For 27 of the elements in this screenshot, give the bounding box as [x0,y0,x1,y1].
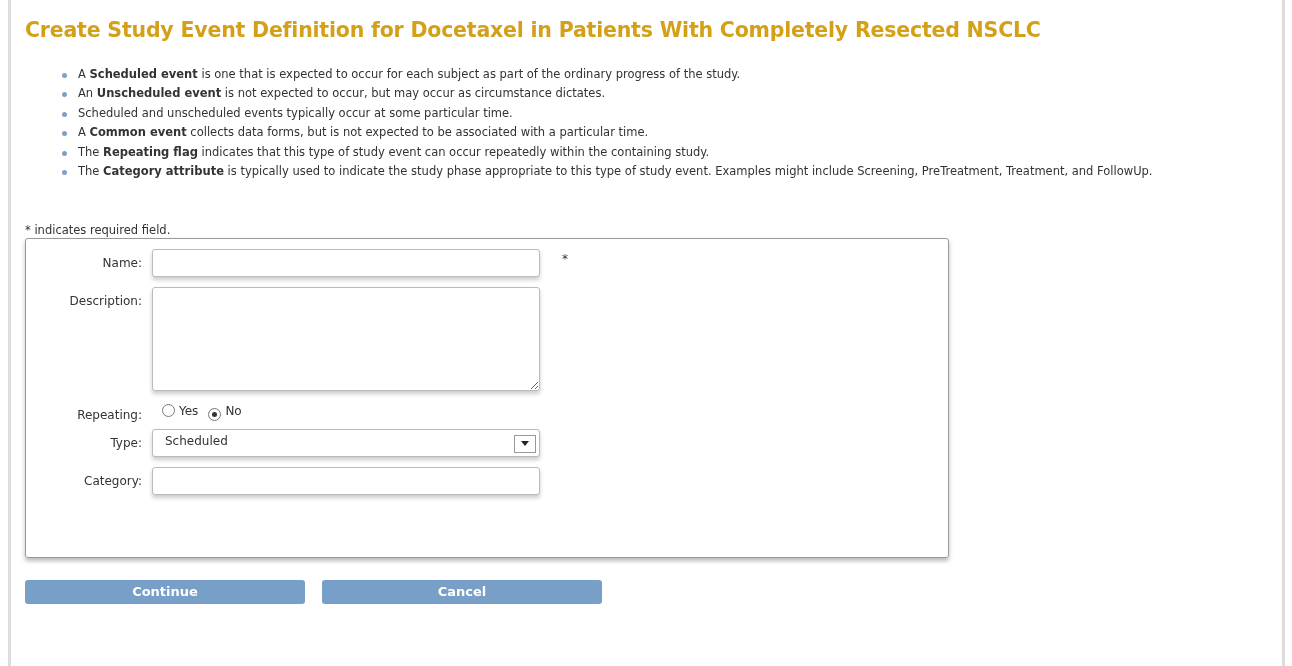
bullet-icon [62,111,67,117]
field-label: Type: [109,434,143,452]
page-title: Create Study Event Definition for Docetaxel in Patients With Completely Resected NSCLC [25,18,1042,43]
bullet-icon [62,72,67,78]
caret-icon [521,441,529,447]
description-field[interactable] [152,286,540,391]
bullet-icon [62,131,67,137]
bullet-icon [62,92,67,98]
field-label: Name: [101,254,143,272]
required-note: * indicates required field. [25,221,172,238]
field-label: Category: [83,472,143,490]
note-text: An Unscheduled event is not expected to occur, but may occur as circumstance dictates. [78,84,1282,104]
bullet-icon [62,150,67,156]
note-text: A Scheduled event is one that is expected to occur for each subject as part of the ordinary progress of the study. [78,64,1282,85]
radio-option[interactable]: No [208,400,242,421]
note-text: The Repeating flag indicates that this type of study event can occur repeatedly within the containing study. [78,142,1282,163]
required-mark: * [562,250,568,268]
radio-option[interactable]: Yes [162,400,199,421]
field-label: Repeating: [76,406,143,424]
bullet-icon [62,170,67,176]
field-label: Description: [68,292,143,310]
note-text: The Category attribute is typically used to indicate the study phase appropriate to this type of study event. Examples might include Screening, PreTreatment, Treatment, and FollowUp. [78,162,1282,182]
input-field[interactable] [152,466,540,495]
note-text: A Common event collects data forms, but is not expected to be associated with a particular time. [78,123,1282,143]
input-field[interactable] [152,248,540,277]
type-dropdown[interactable]: Scheduled [152,428,540,457]
note-text: Scheduled and unscheduled events typically occur at some particular time. [78,103,1282,124]
